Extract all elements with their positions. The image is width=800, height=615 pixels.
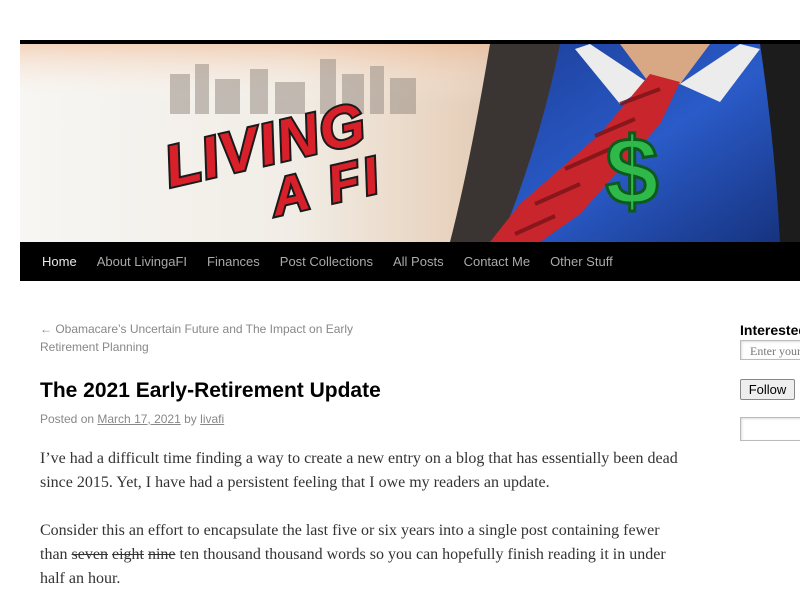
- post-body: I’ve had a difficult time finding a way …: [40, 447, 685, 591]
- sidebar: Interested Enter your email Follow: [740, 322, 800, 441]
- search-input[interactable]: [740, 417, 800, 441]
- post-meta: Posted on March 17, 2021 by livafi: [40, 411, 685, 427]
- nav-item-about[interactable]: About LivingaFI: [87, 242, 197, 281]
- strike-word-nine: nine: [147, 546, 176, 563]
- previous-post-nav: ← Obamacare’s Uncertain Future and The I…: [40, 320, 370, 356]
- nav-item-all-posts[interactable]: All Posts: [383, 242, 454, 281]
- strike-word-seven: seven: [71, 546, 108, 563]
- nav-item-home[interactable]: Home: [32, 242, 87, 281]
- main-navigation: Home About LivingaFI Finances Post Colle…: [20, 242, 800, 281]
- nav-item-other-stuff[interactable]: Other Stuff: [540, 242, 623, 281]
- dollar-sign: $: [605, 118, 658, 225]
- nav-item-contact[interactable]: Contact Me: [454, 242, 540, 281]
- author-link[interactable]: livafi: [200, 412, 224, 426]
- paragraph-2: Consider this an effort to encapsulate t…: [40, 519, 685, 591]
- header-banner[interactable]: $ LIVING A FI: [20, 44, 800, 242]
- previous-post-link[interactable]: ← Obamacare’s Uncertain Future and The I…: [40, 322, 353, 354]
- banner-image: $ LIVING A FI: [20, 44, 800, 242]
- nav-item-finances[interactable]: Finances: [197, 242, 270, 281]
- follow-button[interactable]: Follow: [740, 379, 795, 400]
- subscribe-widget-title: Interested: [740, 322, 800, 338]
- email-field[interactable]: Enter your email: [740, 340, 800, 360]
- post-title: The 2021 Early-Retirement Update: [40, 379, 381, 402]
- strike-word-eight: eight: [111, 546, 144, 563]
- post-date-link[interactable]: March 17, 2021: [97, 412, 180, 426]
- post-content: ← Obamacare’s Uncertain Future and The I…: [40, 320, 685, 615]
- paragraph-1: I’ve had a difficult time finding a way …: [40, 450, 678, 491]
- by-label: by: [184, 412, 197, 426]
- nav-item-post-collections[interactable]: Post Collections: [270, 242, 383, 281]
- posted-on-label: Posted on: [40, 412, 95, 426]
